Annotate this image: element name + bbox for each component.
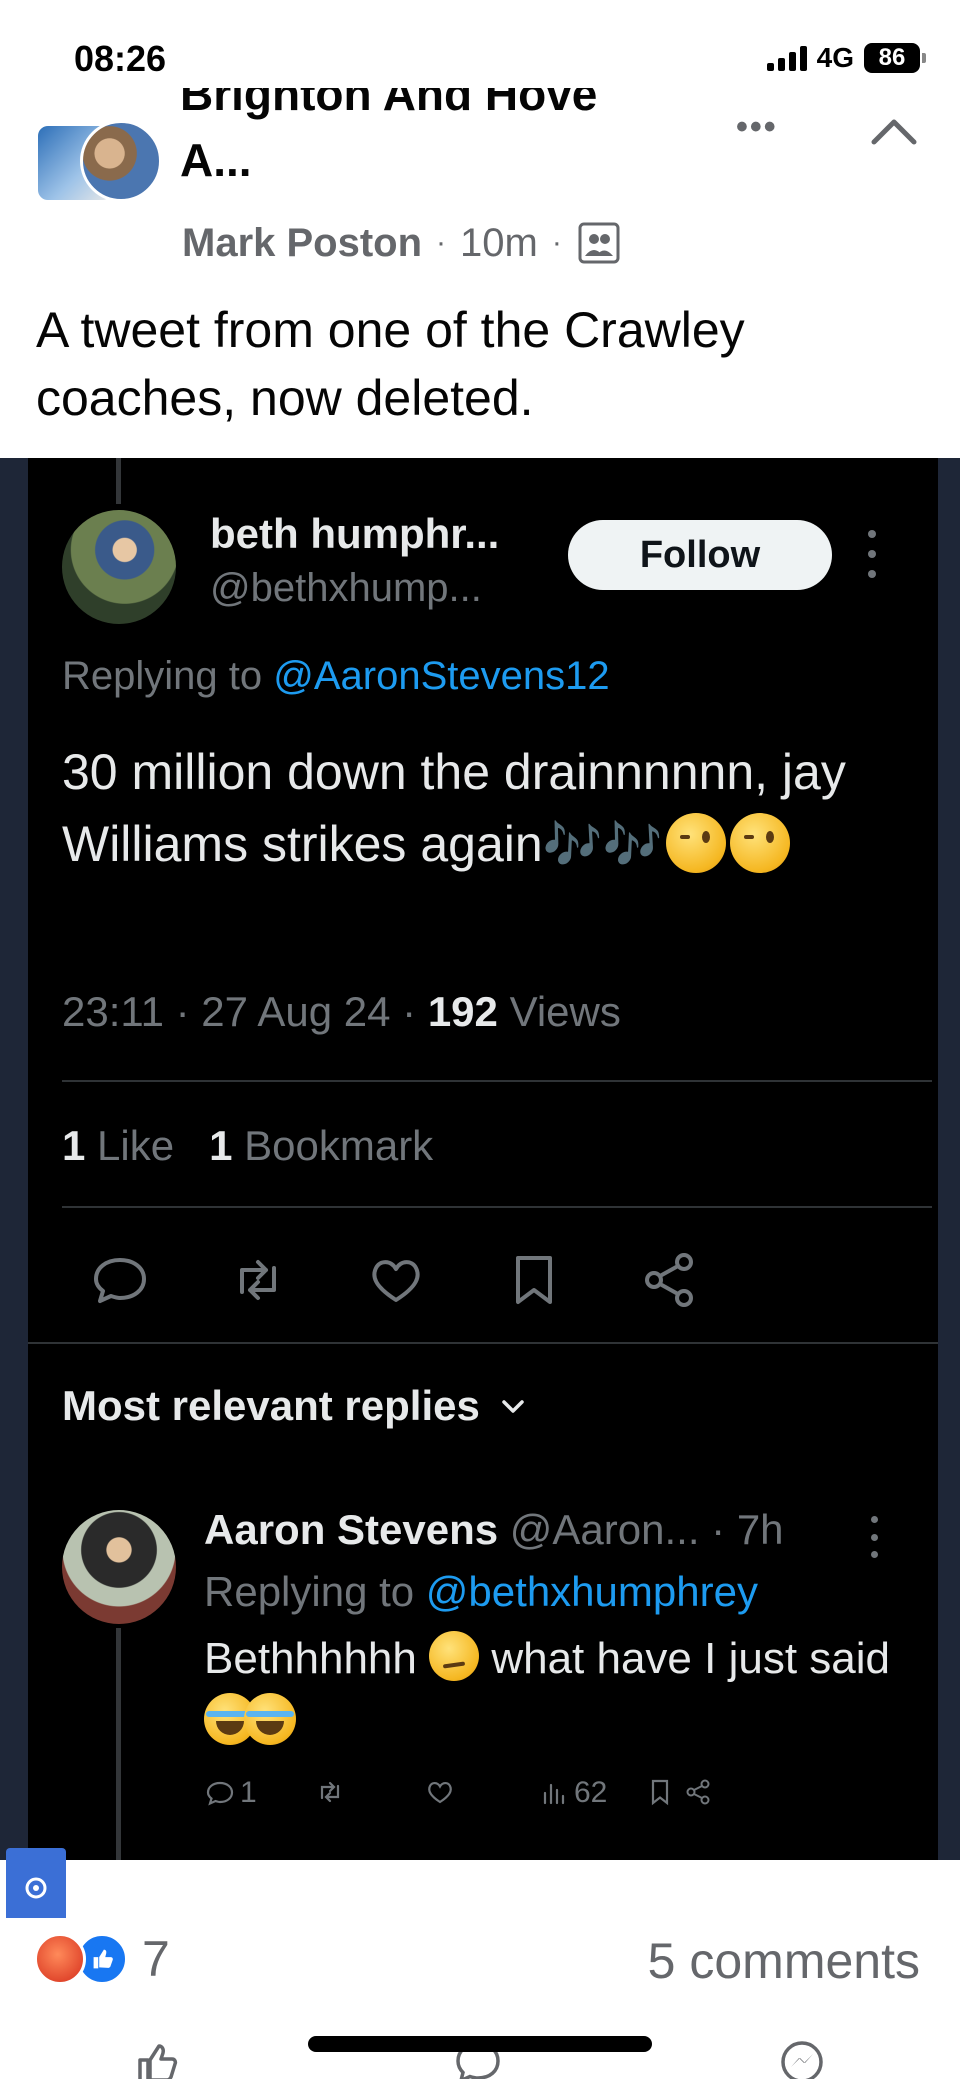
raised-eyebrow-emoji-icon <box>429 1631 480 1681</box>
divider <box>62 1080 932 1082</box>
reply-like-action <box>424 1776 456 1808</box>
tweet-body-text: 30 million down the drainnnnnn, jay Will… <box>62 744 846 872</box>
thread-line <box>116 458 121 504</box>
heart-icon <box>428 1781 452 1804</box>
group-name-line2: A... <box>180 134 252 186</box>
share-icon <box>645 1253 693 1307</box>
tweet-author-avatar <box>62 510 176 624</box>
reply-more-icon <box>868 1516 880 1558</box>
group-name-line1: Brighton And Hove <box>180 88 598 120</box>
status-indicators: 4G 86 <box>766 42 926 74</box>
more-options-icon[interactable]: ••• <box>736 108 778 147</box>
chevron-down-icon <box>502 1400 524 1413</box>
tears-of-joy-emoji-icon <box>244 1693 296 1745</box>
divider <box>62 1206 932 1208</box>
reply-author-name: Aaron Stevens <box>204 1506 499 1553</box>
repost-icon <box>240 1260 276 1300</box>
post-author[interactable]: Mark Poston <box>182 221 422 266</box>
reply-actions: 1 62 <box>204 1776 924 1816</box>
comments-count-link[interactable]: 5 comments <box>648 1932 920 1990</box>
reaction-count: 7 <box>142 1931 170 1987</box>
music-notes-emoji: 🎶🎶 <box>542 819 663 872</box>
author-avatar <box>80 120 162 202</box>
reply-icon <box>94 1258 146 1303</box>
image-border <box>938 458 960 1860</box>
messenger-send-button[interactable] <box>776 2036 828 2079</box>
replies-sort-header: Most relevant replies <box>62 1382 528 1430</box>
bookmark-icon <box>516 1256 552 1304</box>
reply-bookmark-action <box>644 1776 676 1808</box>
post-text: A tweet from one of the Crawley coaches,… <box>36 302 745 426</box>
gear-icon <box>25 1877 47 1899</box>
status-time: 08:26 <box>74 38 167 79</box>
network-type: 4G <box>816 42 854 73</box>
views-chart-icon <box>543 1783 565 1805</box>
wink-emoji-icon <box>666 813 727 873</box>
settings-button[interactable] <box>6 1848 66 1918</box>
follow-button: Follow <box>568 520 832 590</box>
heart-icon <box>372 1260 420 1302</box>
group-avatar[interactable] <box>36 116 162 206</box>
wink-emoji-icon <box>730 813 791 873</box>
thread-line <box>116 1628 121 1860</box>
reply-repost-action <box>314 1776 346 1808</box>
battery-level: 86 <box>878 44 906 71</box>
tweet-body: 30 million down the drainnnnnn, jay Will… <box>62 736 932 882</box>
reply-handle-time: @Aaron... · 7h <box>498 1506 784 1553</box>
bookmark-icon <box>651 1779 669 1806</box>
tweet-more-icon <box>864 530 880 578</box>
tweet-timestamp: 23:11 · 27 Aug 24 · 192 Views <box>62 988 621 1035</box>
members-audience-icon <box>578 222 620 264</box>
post-header: Brighton And Hove A... ••• Mark Poston ·… <box>0 88 960 290</box>
reply-body: Bethhhhhh what have I just said <box>204 1628 924 1752</box>
tweet-screenshot-image[interactable]: beth humphr... @bethxhump... Follow Repl… <box>0 458 960 1918</box>
reply-reply-action: 1 <box>204 1776 257 1810</box>
battery-icon: 86 <box>864 43 926 73</box>
divider <box>28 1342 960 1344</box>
reply-author-avatar <box>62 1510 176 1624</box>
tweet-views-count: 192 <box>427 988 498 1035</box>
angry-reaction-icon <box>34 1933 86 1985</box>
tweet-actions <box>62 1248 932 1320</box>
tweet-stats: 1 Like 1 Bookmark <box>62 1122 434 1169</box>
reply-author: Aaron Stevens @Aaron... · 7h <box>204 1506 784 1554</box>
reactions-summary[interactable]: 7 <box>34 1930 170 1988</box>
signal-icon <box>766 45 807 71</box>
reply-replying-to: Replying to @bethxhumphrey <box>204 1568 758 1615</box>
post-time[interactable]: 10m <box>460 221 538 266</box>
share-icon <box>686 1779 710 1805</box>
tweet-card: beth humphr... @bethxhump... Follow Repl… <box>28 458 960 1860</box>
tweet-mention: @AaronStevens12 <box>273 654 610 698</box>
reply-icon <box>206 1781 234 1806</box>
home-indicator[interactable] <box>308 2036 652 2052</box>
tweet-display-name: beth humphr... <box>210 510 500 557</box>
like-button[interactable] <box>132 2036 184 2079</box>
reply-mention: @bethxhumphrey <box>425 1568 758 1615</box>
group-name[interactable]: Brighton And Hove A... <box>180 88 720 190</box>
repost-icon <box>320 1781 340 1803</box>
reply-views-action: 62 <box>538 1776 607 1810</box>
tweet-replying-to: Replying to @AaronStevens12 <box>62 654 610 698</box>
tweet-handle: @bethxhump... <box>210 566 482 610</box>
post-meta: Mark Poston · 10m · <box>182 220 622 266</box>
chevron-up-icon[interactable] <box>868 110 920 150</box>
replies-sort-label: Most relevant replies <box>62 1382 480 1429</box>
reply-share-action <box>682 1776 714 1808</box>
